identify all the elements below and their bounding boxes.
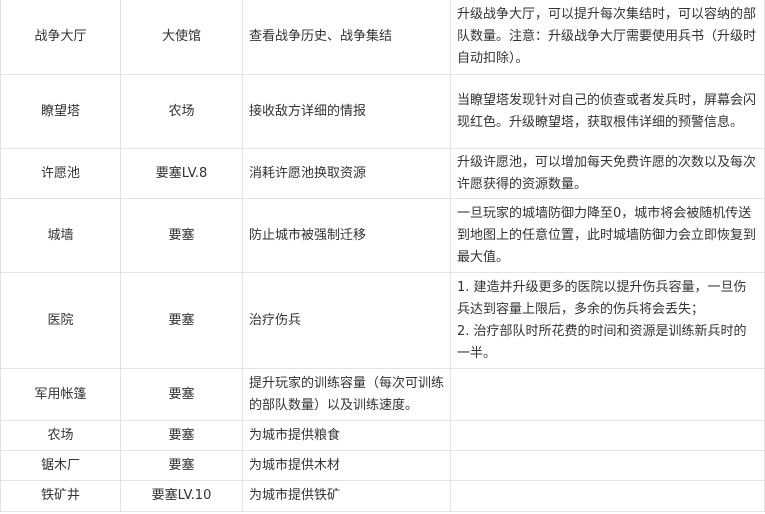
building-requirement: 大使馆 [120,0,243,75]
building-notes [450,480,765,512]
building-requirement: 要塞 [120,272,243,369]
building-name: 瞭望塔 [0,74,121,149]
building-name: 锯木厂 [0,450,121,481]
table-row: 军用帐篷 要塞 提升玩家的训练容量（每次可训练的部队数量）以及训练速度。 [0,368,765,421]
building-function: 为城市提供铁矿 [242,480,451,512]
building-notes: 1. 建造并升级更多的医院以提升伤兵容量，一旦伤兵达到容量上限后，多余的伤兵将会… [450,272,765,369]
building-notes: 升级许愿池，可以增加每天免费许愿的次数以及每次许愿获得的资源数量。 [450,148,765,199]
building-name: 战争大厅 [0,0,121,75]
table-row: 铁矿井 要塞LV.10 为城市提供铁矿 [0,480,765,512]
note-line: 1. 建造并升级更多的医院以提升伤兵容量，一旦伤兵达到容量上限后，多余的伤兵将会… [457,279,747,317]
building-requirement: 要塞 [120,198,243,273]
building-notes: 当瞭望塔发现针对自己的侦查或者发兵时，屏幕会闪现红色。升级瞭望塔，获取根伟详细的… [450,74,765,149]
table-row: 战争大厅 大使馆 查看战争历史、战争集结 升级战争大厅，可以提升每次集结时，可以… [0,0,765,75]
building-requirement: 农场 [120,74,243,149]
building-function: 提升玩家的训练容量（每次可训练的部队数量）以及训练速度。 [242,368,451,421]
table-row: 锯木厂 要塞 为城市提供木材 [0,450,765,481]
table-row: 城墙 要塞 防止城市被强制迁移 一旦玩家的城墙防御力降至0，城市将会被随机传送到… [0,198,765,273]
building-requirement: 要塞 [120,450,243,481]
note-line: 当瞭望塔发现针对自己的侦查或者发兵时，屏幕会闪现红色。升级瞭望塔，获取根伟详细的… [457,92,757,130]
building-name: 医院 [0,272,121,369]
building-name: 城墙 [0,198,121,273]
building-requirement: 要塞LV.8 [120,148,243,199]
table-row: 农场 要塞 为城市提供粮食 [0,420,765,451]
note-line: 升级许愿池，可以增加每天免费许愿的次数以及每次许愿获得的资源数量。 [457,154,757,192]
building-function: 为城市提供木材 [242,450,451,481]
building-function: 治疗伤兵 [242,272,451,369]
note-line: 一旦玩家的城墙防御力降至0，城市将会被随机传送到地图上的任意位置，此时城墙防御力… [457,205,757,265]
building-notes [450,420,765,451]
building-function: 防止城市被强制迁移 [242,198,451,273]
note-line: 2. 治疗部队时所花费的时间和资源是训练新兵时的一半。 [457,323,747,361]
building-requirement: 要塞 [120,420,243,451]
table-row: 医院 要塞 治疗伤兵 1. 建造并升级更多的医院以提升伤兵容量，一旦伤兵达到容量… [0,272,765,369]
building-function: 查看战争历史、战争集结 [242,0,451,75]
building-table: 战争大厅 大使馆 查看战争历史、战争集结 升级战争大厅，可以提升每次集结时，可以… [0,0,765,512]
building-function: 为城市提供粮食 [242,420,451,451]
building-name: 铁矿井 [0,480,121,512]
note-line: 升级战争大厅，可以提升每次集结时，可以容纳的部队数量。注意：升级战争大厅需要使用… [457,7,757,66]
building-function: 接收敌方详细的情报 [242,74,451,149]
building-requirement: 要塞LV.10 [120,480,243,512]
building-name: 许愿池 [0,148,121,199]
building-name: 军用帐篷 [0,368,121,421]
building-name: 农场 [0,420,121,451]
table-row: 瞭望塔 农场 接收敌方详细的情报 当瞭望塔发现针对自己的侦查或者发兵时，屏幕会闪… [0,74,765,149]
building-notes [450,368,765,421]
building-notes: 升级战争大厅，可以提升每次集结时，可以容纳的部队数量。注意：升级战争大厅需要使用… [450,0,765,75]
building-function: 消耗许愿池换取资源 [242,148,451,199]
building-notes: 一旦玩家的城墙防御力降至0，城市将会被随机传送到地图上的任意位置，此时城墙防御力… [450,198,765,273]
building-requirement: 要塞 [120,368,243,421]
building-notes [450,450,765,481]
table-row: 许愿池 要塞LV.8 消耗许愿池换取资源 升级许愿池，可以增加每天免费许愿的次数… [0,148,765,199]
